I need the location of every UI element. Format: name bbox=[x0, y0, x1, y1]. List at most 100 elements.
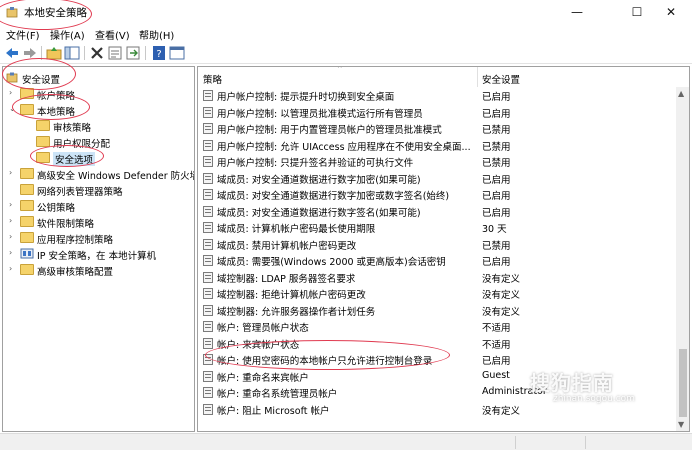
folder-icon bbox=[20, 88, 34, 99]
policy-icon bbox=[203, 90, 213, 101]
policy-setting: 已启用 bbox=[482, 257, 511, 268]
policy-name: 用户帐户控制: 以管理员批准模式运行所有管理员 bbox=[217, 108, 423, 120]
policy-name: 域成员: 需要强(Windows 2000 或更高版本)会话密钥 bbox=[217, 257, 446, 268]
policy-setting: 已禁用 bbox=[482, 141, 511, 153]
policy-setting: 没有定义 bbox=[482, 273, 521, 285]
properties-icon[interactable] bbox=[107, 45, 123, 61]
folder-open-icon bbox=[20, 104, 34, 115]
expand-arrow-icon[interactable]: › bbox=[9, 265, 17, 273]
column-header-policy[interactable]: 策略 bbox=[203, 72, 222, 86]
table-row[interactable]: 域成员: 计算机帐户密码最长使用期限 30 天 bbox=[198, 219, 676, 236]
policy-icon bbox=[203, 370, 213, 382]
table-row[interactable]: 帐户: 使用空密码的本地帐户只允许进行控制台登录 已启用 bbox=[198, 351, 676, 368]
policy-setting: 30 天 bbox=[482, 224, 507, 235]
table-row[interactable]: 帐户: 来宾帐户状态 不适用 bbox=[198, 335, 676, 352]
policy-name: 用户帐户控制: 只提升签名并验证的可执行文件 bbox=[217, 158, 414, 169]
security-policy-app-icon bbox=[6, 7, 18, 18]
table-row[interactable]: 域控制器: 允许服务器操作者计划任务 没有定义 bbox=[198, 302, 676, 319]
policy-icon bbox=[203, 139, 213, 151]
scroll-up-icon[interactable]: ▲ bbox=[678, 89, 684, 98]
console-icon[interactable] bbox=[169, 45, 185, 61]
toolbar-separator bbox=[41, 46, 42, 60]
policy-setting: 没有定义 bbox=[482, 290, 521, 301]
show-tree-icon[interactable] bbox=[64, 45, 80, 61]
table-row[interactable]: 用户帐户控制: 提示提升时切换到安全桌面 已启用 bbox=[198, 87, 676, 104]
policy-name: 用户帐户控制: 用于内置管理员帐户的管理员批准模式 bbox=[217, 125, 442, 136]
toolbar-separator bbox=[84, 46, 85, 60]
back-icon[interactable] bbox=[4, 45, 20, 61]
table-row[interactable]: 域成员: 需要强(Windows 2000 或更高版本)会话密钥 已启用 bbox=[198, 252, 676, 269]
ip-security-icon bbox=[20, 248, 34, 259]
policy-name: 用户帐户控制: 允许 UIAccess 应用程序在不使用安全桌面... bbox=[217, 141, 471, 153]
delete-icon[interactable] bbox=[89, 45, 105, 61]
policy-name: 帐户: 来宾帐户状态 bbox=[217, 339, 300, 351]
policy-setting: 已启用 bbox=[482, 356, 511, 367]
policy-setting: 没有定义 bbox=[482, 306, 521, 318]
collapse-arrow-icon[interactable]: ⌄ bbox=[9, 105, 17, 113]
security-settings-icon bbox=[6, 72, 18, 83]
expand-arrow-icon[interactable]: › bbox=[9, 217, 17, 225]
policy-icon bbox=[203, 321, 213, 332]
scrollbar-thumb[interactable] bbox=[679, 349, 687, 417]
policy-icon bbox=[203, 403, 213, 415]
table-row[interactable]: 域成员: 对安全通道数据进行数字加密或数字签名(始终) 已启用 bbox=[198, 186, 676, 203]
close-button[interactable]: ✕ bbox=[648, 0, 692, 24]
policy-icon bbox=[203, 106, 213, 118]
minimize-button[interactable]: — bbox=[554, 0, 600, 24]
policy-name: 用户帐户控制: 提示提升时切换到安全桌面 bbox=[217, 92, 395, 103]
table-row[interactable]: 帐户: 管理员帐户状态 不适用 bbox=[198, 318, 676, 335]
policy-list-pane[interactable]: 策略 ⌃ 安全设置 用户帐户控制: 提示提升时切换到安全桌面 已启用 用户帐户控制:… bbox=[197, 66, 690, 432]
policy-icon bbox=[203, 271, 213, 283]
policy-setting: 已启用 bbox=[482, 92, 511, 103]
policy-name: 帐户: 阻止 Microsoft 帐户 bbox=[217, 405, 330, 417]
window-title: 本地安全策略 bbox=[24, 7, 87, 19]
folder-icon bbox=[36, 152, 50, 163]
table-row[interactable]: 域控制器: 拒绝计算机帐户密码更改 没有定义 bbox=[198, 285, 676, 302]
help-icon[interactable]: ? bbox=[151, 45, 167, 61]
policy-setting: 不适用 bbox=[482, 323, 511, 334]
forward-icon[interactable] bbox=[22, 45, 38, 61]
scroll-down-icon[interactable]: ▼ bbox=[678, 420, 684, 429]
table-row[interactable]: 用户帐户控制: 用于内置管理员帐户的管理员批准模式 已禁用 bbox=[198, 120, 676, 137]
policy-name: 域控制器: LDAP 服务器签名要求 bbox=[217, 273, 356, 285]
menu-action[interactable]: 操作(A) bbox=[50, 27, 85, 42]
policy-name: 帐户: 重命名系统管理员帐户 bbox=[217, 389, 338, 400]
table-row[interactable]: 用户帐户控制: 允许 UIAccess 应用程序在不使用安全桌面... 已禁用 bbox=[198, 137, 676, 154]
column-divider[interactable] bbox=[477, 67, 478, 87]
column-header-setting[interactable]: 安全设置 bbox=[482, 72, 520, 86]
policy-name: 帐户: 管理员帐户状态 bbox=[217, 323, 309, 334]
table-row[interactable]: 用户帐户控制: 以管理员批准模式运行所有管理员 已启用 bbox=[198, 104, 676, 121]
table-row[interactable]: 域成员: 对安全通道数据进行数字加密(如果可能) 已启用 bbox=[198, 170, 676, 187]
policy-setting: 已禁用 bbox=[482, 158, 511, 169]
vertical-scrollbar[interactable]: ▲ ▼ bbox=[676, 87, 689, 431]
policy-icon bbox=[203, 205, 213, 217]
table-row[interactable]: 域成员: 对安全通道数据进行数字签名(如果可能) 已启用 bbox=[198, 203, 676, 220]
export-icon[interactable] bbox=[125, 45, 141, 61]
menu-file[interactable]: 文件(F) bbox=[6, 27, 40, 42]
toolbar-separator bbox=[145, 46, 146, 60]
expand-arrow-icon[interactable]: › bbox=[9, 233, 17, 241]
folder-icon bbox=[20, 200, 34, 211]
menu-help[interactable]: 帮助(H) bbox=[139, 27, 174, 42]
table-row[interactable]: 域控制器: LDAP 服务器签名要求 没有定义 bbox=[198, 269, 676, 286]
tree-pane[interactable]: 安全设置 › 帐户策略 ⌄ 本地策略 审核策略 用户权限分配 安全选项 › 高级… bbox=[2, 66, 195, 432]
folder-icon bbox=[20, 216, 34, 227]
policy-icon bbox=[203, 337, 213, 349]
table-row[interactable]: 域成员: 禁用计算机帐户密码更改 已禁用 bbox=[198, 236, 676, 253]
policy-icon bbox=[203, 304, 213, 316]
expand-arrow-icon[interactable]: › bbox=[9, 169, 17, 177]
expand-arrow-icon[interactable]: › bbox=[9, 89, 17, 97]
table-row[interactable]: 用户帐户控制: 只提升签名并验证的可执行文件 已禁用 bbox=[198, 153, 676, 170]
policy-icon bbox=[203, 222, 213, 233]
policy-icon bbox=[203, 255, 213, 266]
status-bar bbox=[0, 433, 692, 450]
folder-icon bbox=[36, 120, 50, 131]
menu-view[interactable]: 查看(V) bbox=[95, 27, 130, 42]
policy-setting: 已启用 bbox=[482, 108, 511, 120]
policy-name: 域成员: 禁用计算机帐户密码更改 bbox=[217, 240, 357, 252]
up-folder-icon[interactable] bbox=[46, 45, 62, 61]
folder-icon bbox=[20, 232, 34, 243]
expand-arrow-icon[interactable]: › bbox=[9, 249, 17, 257]
status-cell bbox=[515, 436, 585, 449]
expand-arrow-icon[interactable]: › bbox=[9, 201, 17, 209]
